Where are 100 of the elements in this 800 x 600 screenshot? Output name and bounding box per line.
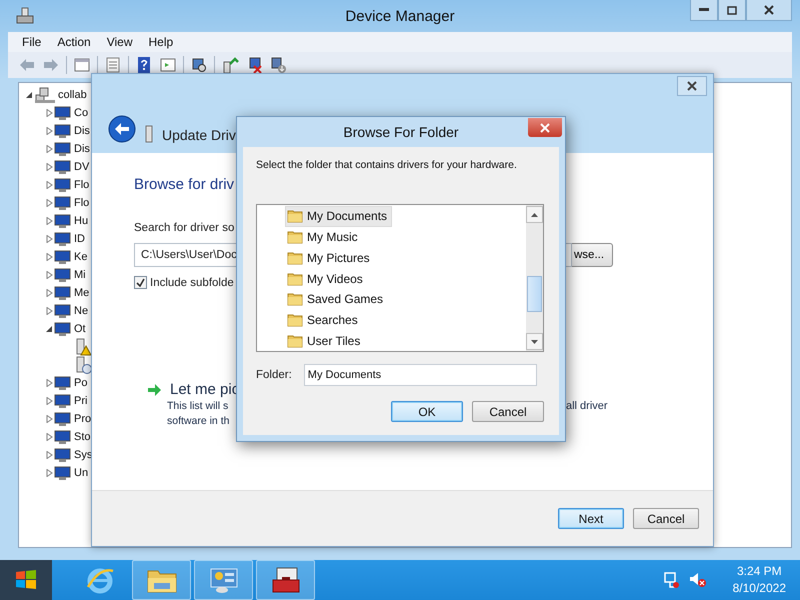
properties-icon[interactable] <box>104 56 122 74</box>
device-icon <box>54 177 72 193</box>
folder-item[interactable]: Searches <box>285 310 363 330</box>
tree-item[interactable]: Hu <box>74 215 88 227</box>
tree-item[interactable]: collab <box>58 89 87 101</box>
down-arrow-icon <box>531 340 538 344</box>
close-button[interactable] <box>746 0 792 21</box>
scan-icon[interactable] <box>190 56 208 74</box>
close-button[interactable] <box>677 76 707 96</box>
cancel-button[interactable]: Cancel <box>472 401 544 422</box>
folder-item[interactable]: Saved Games <box>285 288 388 310</box>
menu-item[interactable]: Action <box>51 35 97 49</box>
tree-pane-icon[interactable] <box>73 56 91 74</box>
collapse-arrow-icon[interactable] <box>26 91 32 99</box>
device-manager-icon <box>16 7 34 25</box>
expand-arrow-icon[interactable] <box>46 163 52 171</box>
expand-arrow-icon[interactable] <box>46 469 52 477</box>
expand-arrow-icon[interactable] <box>46 217 52 225</box>
toolbox-icon[interactable] <box>270 566 302 594</box>
device-icon <box>54 447 72 463</box>
back-button[interactable] <box>108 115 136 143</box>
scrollbar[interactable] <box>526 205 543 351</box>
scroll-up-button[interactable] <box>526 206 543 223</box>
tree-item[interactable]: Me <box>74 287 90 299</box>
device-icon <box>54 303 72 319</box>
tree-item[interactable]: Pri <box>74 395 88 407</box>
update-driver-icon[interactable] <box>221 56 239 74</box>
scroll-down-button[interactable] <box>526 333 543 350</box>
menu-item[interactable]: File <box>16 35 48 49</box>
close-button[interactable] <box>528 118 562 137</box>
ok-button[interactable]: OK <box>391 401 463 422</box>
help-icon[interactable] <box>135 56 153 74</box>
folder-icon <box>287 270 303 287</box>
tree-item[interactable]: Mi <box>74 269 86 281</box>
folder-icon <box>287 291 303 308</box>
action-pane-icon[interactable] <box>159 56 177 74</box>
browse-button[interactable]: wse... <box>572 243 613 267</box>
tree-item[interactable]: Flo <box>74 179 90 191</box>
field-label: Folder: <box>256 369 292 381</box>
expand-arrow-icon[interactable] <box>46 235 52 243</box>
expand-arrow-icon[interactable] <box>46 415 52 423</box>
menu-item[interactable]: Help <box>142 35 180 49</box>
start-button[interactable] <box>0 560 52 600</box>
tree-item[interactable]: DV <box>74 161 90 173</box>
uninstall-icon[interactable] <box>269 56 287 74</box>
tree-item[interactable]: Co <box>74 107 88 119</box>
minimize-button[interactable] <box>690 0 718 21</box>
expand-arrow-icon[interactable] <box>46 253 52 261</box>
expand-arrow-icon[interactable] <box>46 289 52 297</box>
tree-item[interactable]: Po <box>74 377 88 389</box>
tree-item[interactable]: Sto <box>74 431 91 443</box>
expand-arrow-icon[interactable] <box>46 199 52 207</box>
expand-arrow-icon[interactable] <box>46 433 52 441</box>
instruction-text: Select the folder that contains drivers for your hardware. <box>256 159 518 171</box>
folder-item[interactable]: My Videos <box>285 268 368 289</box>
folder-item[interactable]: My Music <box>285 226 363 248</box>
maximize-button[interactable] <box>718 0 746 21</box>
checkbox[interactable] <box>134 276 147 289</box>
expand-arrow-icon[interactable] <box>46 307 52 315</box>
page-heading: Browse for driv <box>134 175 236 195</box>
close-icon <box>540 122 550 132</box>
expand-arrow-icon[interactable] <box>46 127 52 135</box>
tree-item[interactable]: ID <box>74 233 85 245</box>
speaker-icon[interactable] <box>688 571 707 589</box>
forward-arrow-icon[interactable] <box>42 56 60 74</box>
expand-arrow-icon[interactable] <box>46 271 52 279</box>
expand-arrow-icon[interactable] <box>46 397 52 405</box>
control-panel-icon[interactable] <box>208 566 240 594</box>
collapse-arrow-icon[interactable] <box>46 325 52 333</box>
expand-arrow-icon[interactable] <box>46 109 52 117</box>
scroll-thumb[interactable] <box>527 276 542 312</box>
folder-field[interactable]: My Documents <box>304 364 537 386</box>
folder-item[interactable]: User Tiles <box>285 330 366 352</box>
tree-item[interactable]: Flo <box>74 197 90 209</box>
tree-item[interactable]: Dis <box>74 143 90 155</box>
expand-arrow-icon[interactable] <box>46 451 52 459</box>
clock[interactable]: 3:24 PM 8/10/2022 <box>732 563 786 597</box>
folder-item[interactable]: My Pictures <box>285 247 375 268</box>
expand-arrow-icon[interactable] <box>46 379 52 387</box>
network-icon[interactable] <box>662 571 681 589</box>
menu-item[interactable]: View <box>100 35 138 49</box>
device-icon <box>54 123 72 139</box>
minimize-icon <box>699 8 709 12</box>
tree-item[interactable]: Ke <box>74 251 88 263</box>
taskbar-button[interactable] <box>256 560 315 600</box>
close-icon <box>687 81 697 91</box>
tree-item[interactable]: Ne <box>74 305 88 317</box>
next-button[interactable]: Next <box>558 508 624 529</box>
tree-item[interactable]: Pro <box>74 413 92 425</box>
cancel-button[interactable]: Cancel <box>633 508 699 529</box>
option-description: This list will s <box>167 399 230 414</box>
expand-arrow-icon[interactable] <box>46 145 52 153</box>
tree-item[interactable]: Un <box>74 467 88 479</box>
maximize-icon <box>727 6 737 14</box>
warning-device-icon <box>74 338 92 356</box>
folder-item[interactable]: My Documents <box>285 206 392 227</box>
tree-item[interactable]: Ot <box>74 323 86 335</box>
tree-item[interactable]: Dis <box>74 125 90 137</box>
option-description: software in th <box>167 414 230 429</box>
expand-arrow-icon[interactable] <box>46 181 52 189</box>
